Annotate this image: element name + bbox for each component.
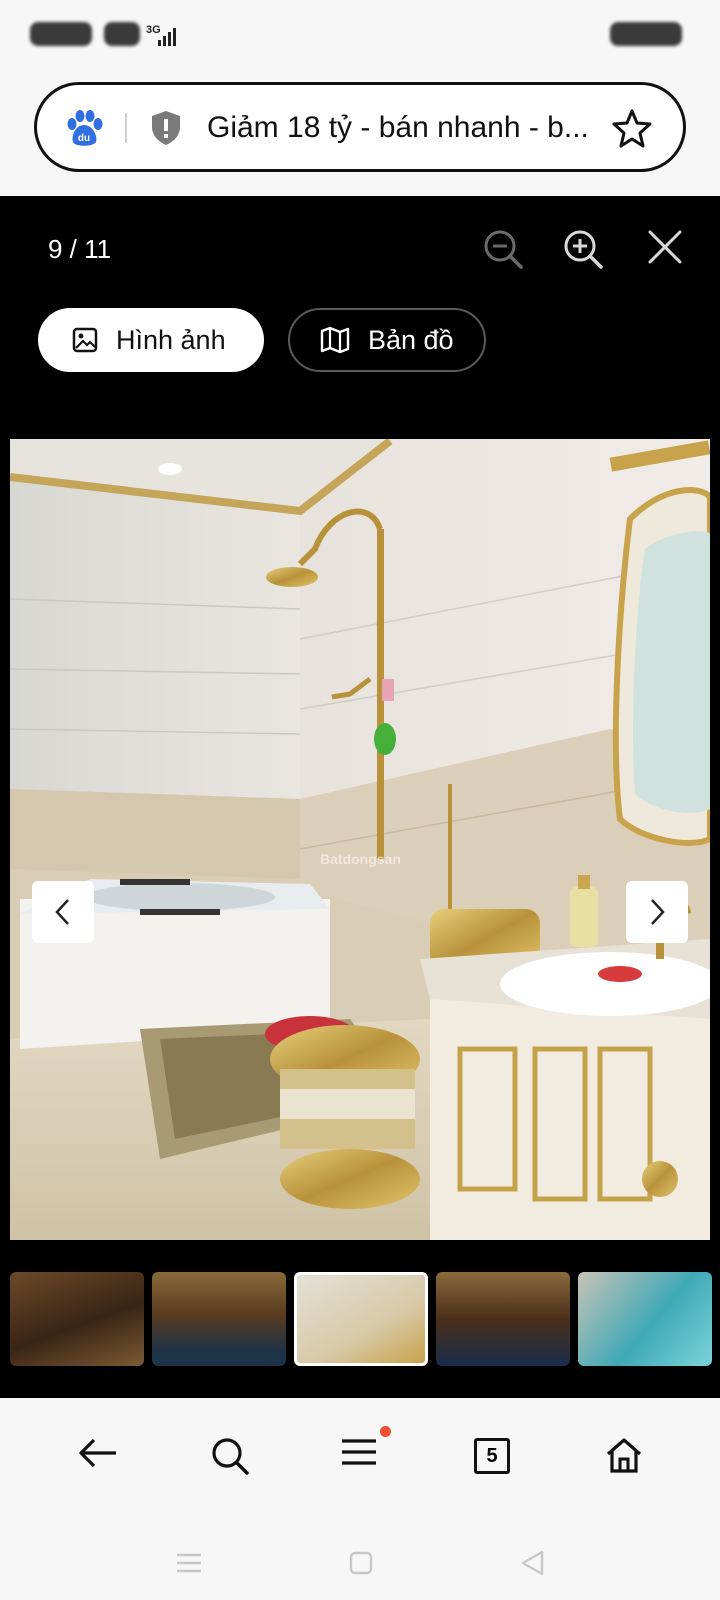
zoom-in-icon[interactable] xyxy=(562,228,604,270)
viewer-header: 9 / 11 xyxy=(0,196,720,296)
page-title[interactable]: Giảm 18 tỷ - bán nhanh - b... xyxy=(207,111,607,145)
bathroom-photo: Batdongsan xyxy=(10,439,710,1240)
bookmark-star-icon[interactable] xyxy=(611,107,653,149)
baidu-paw-icon[interactable]: du xyxy=(63,107,105,149)
search-icon[interactable] xyxy=(210,1436,250,1476)
image-icon xyxy=(72,327,98,353)
tabs-button[interactable]: 5 xyxy=(474,1438,510,1474)
prev-image-button[interactable] xyxy=(32,881,94,943)
thumbnail-strip xyxy=(0,1268,720,1368)
status-icons-blurred xyxy=(104,22,140,46)
status-bar: 3G xyxy=(0,0,720,72)
main-photo[interactable]: Batdongsan xyxy=(10,439,710,1240)
address-separator xyxy=(125,113,127,143)
svg-text:du: du xyxy=(78,133,90,144)
menu-icon[interactable] xyxy=(340,1436,378,1468)
signal-icon xyxy=(158,28,176,46)
next-image-button[interactable] xyxy=(626,881,688,943)
back-nav-icon[interactable] xyxy=(520,1550,544,1576)
tab-images-label: Hình ảnh xyxy=(116,324,226,355)
thumbnail-selected[interactable] xyxy=(294,1272,428,1366)
close-icon[interactable] xyxy=(646,228,684,266)
chevron-right-icon xyxy=(651,899,665,925)
system-navigation-bar xyxy=(0,1524,720,1600)
thumbnail[interactable] xyxy=(578,1272,712,1366)
chevron-left-icon xyxy=(55,899,69,925)
home-nav-icon[interactable] xyxy=(349,1551,373,1575)
status-time-blurred xyxy=(30,22,92,46)
tab-map[interactable]: Bản đồ xyxy=(288,308,486,372)
shield-icon[interactable] xyxy=(149,109,183,147)
thumbnail[interactable] xyxy=(152,1272,286,1366)
notification-dot xyxy=(380,1426,391,1437)
back-icon[interactable] xyxy=(78,1436,118,1470)
zoom-out-icon[interactable] xyxy=(482,228,524,270)
browser-bottom-nav: 5 xyxy=(0,1398,720,1524)
recents-icon[interactable] xyxy=(176,1552,202,1574)
browser-toolbar: du Giảm 18 tỷ - bán nhanh - b... xyxy=(0,72,720,196)
battery-blurred xyxy=(610,22,682,46)
address-bar[interactable]: du Giảm 18 tỷ - bán nhanh - b... xyxy=(34,82,686,172)
thumbnail[interactable] xyxy=(436,1272,570,1366)
home-icon[interactable] xyxy=(604,1436,644,1474)
thumbnail[interactable] xyxy=(10,1272,144,1366)
map-icon xyxy=(320,326,350,354)
watermark: Batdongsan xyxy=(320,851,401,867)
image-counter: 9 / 11 xyxy=(48,234,112,264)
tab-images[interactable]: Hình ảnh xyxy=(38,308,264,372)
tab-map-label: Bản đồ xyxy=(368,324,454,355)
